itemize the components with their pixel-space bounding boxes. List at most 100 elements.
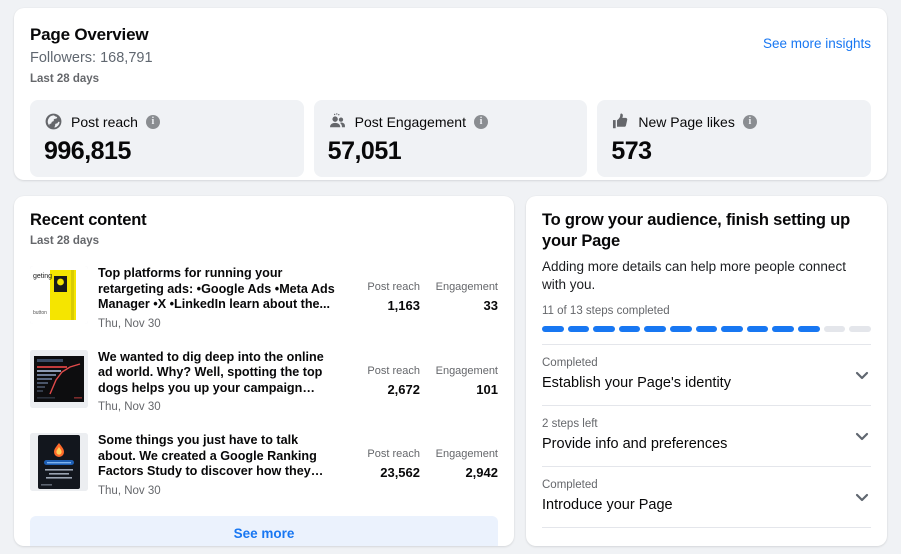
stat-value: 2,672: [387, 381, 420, 397]
stat-value: 101: [476, 381, 498, 397]
see-more-button[interactable]: See more: [30, 515, 498, 546]
post-reach-stat: Post reach 1,163: [346, 280, 420, 314]
thumbs-up-icon: [611, 112, 630, 131]
stat-label: Engagement: [435, 448, 498, 460]
list-item[interactable]: We wanted to dig deep into the online ad…: [30, 341, 498, 425]
accordion-item-title: Provide info and preferences: [542, 436, 728, 452]
stat-label: Post reach: [367, 281, 420, 293]
progress-segment: [542, 326, 564, 332]
post-body: Some things you just have to talk about.…: [98, 433, 346, 499]
metric-card-post-engagement[interactable]: Post Engagement i 57,051: [313, 100, 588, 177]
post-text: We wanted to dig deep into the online ad…: [98, 349, 324, 395]
stat-label: Engagement: [435, 364, 498, 377]
post-stats: Post reach 23,562 Engagement 2,942: [346, 433, 498, 481]
progress-segment: [695, 326, 718, 332]
post-stats: Post reach 1,163 Engagement 33: [346, 266, 498, 314]
stat-value: 23,562: [380, 465, 420, 480]
info-icon[interactable]: i: [145, 114, 160, 129]
page-title: Page Overview: [30, 25, 149, 44]
recent-content-title: Recent content: [30, 211, 147, 229]
info-icon[interactable]: i: [742, 114, 757, 129]
metric-header: Post Engagement i: [328, 112, 574, 131]
progress-segment: [823, 326, 846, 332]
post-reach-stat: Post reach 23,562: [346, 447, 420, 481]
stat-value: 33: [483, 298, 498, 313]
metric-label: New Page likes: [638, 113, 735, 130]
chevron-down-icon[interactable]: [855, 429, 869, 443]
post-date: Thu, Nov 30: [98, 317, 161, 330]
progress-segment: [618, 326, 641, 332]
post-engagement-stat: Engagement 101: [430, 364, 498, 398]
progress-segment: [644, 326, 667, 332]
progress-segment: [567, 326, 590, 332]
post-reach-stat: Post reach 2,672: [346, 364, 420, 398]
globe-icon: [44, 112, 63, 131]
progress-segment: [798, 326, 820, 332]
progress-segment: [849, 326, 871, 332]
progress-segment: [721, 326, 743, 332]
people-icon: [328, 112, 347, 131]
post-thumbnail: [30, 433, 88, 491]
metric-header: New Page likes i: [611, 112, 857, 131]
recent-content-list: geting button Top platforms for running …: [30, 257, 498, 508]
progress-segment: [670, 326, 692, 332]
svg-text:geting: geting: [33, 273, 52, 280]
list-item[interactable]: Some things you just have to talk about.…: [30, 424, 498, 508]
post-body: Top platforms for running your retargeti…: [98, 266, 346, 332]
stat-label: Engagement: [435, 281, 498, 293]
progress-segment: [772, 326, 795, 332]
accordion-item-introduce-page[interactable]: Completed Introduce your Page: [542, 467, 871, 528]
stat-label: Post reach: [367, 448, 420, 460]
grow-audience-title: To grow your audience, finish setting up…: [542, 211, 850, 250]
recent-content-card: Recent content Last 28 days geting butto: [14, 196, 514, 546]
info-icon[interactable]: i: [473, 114, 488, 129]
chevron-down-icon[interactable]: [855, 368, 869, 382]
progress-segment: [746, 326, 769, 332]
followers-count: Followers: 168,791: [30, 50, 153, 66]
accordion-item-provide-info[interactable]: 2 steps left Provide info and preference…: [542, 406, 871, 467]
metrics-row: Post reach i 996,815 Post Engagement i 5…: [30, 100, 872, 177]
metric-label: Post reach: [71, 113, 138, 130]
stat-value: 1,163: [387, 298, 420, 313]
metric-label: Post Engagement: [354, 113, 466, 130]
grow-audience-subtitle: Adding more details can help more people…: [542, 259, 846, 292]
metric-header: Post reach i: [44, 112, 290, 131]
list-item[interactable]: geting button Top platforms for running …: [30, 257, 498, 341]
metric-card-new-page-likes[interactable]: New Page likes i 573: [597, 100, 872, 177]
page-overview-card: Page Overview Followers: 168,791 Last 28…: [14, 8, 887, 180]
post-stats: Post reach 2,672 Engagement 101: [346, 350, 498, 398]
accordion-item-establish-identity[interactable]: Completed Establish your Page's identity: [542, 344, 871, 406]
post-thumbnail: geting button: [30, 266, 88, 324]
accordion-item-status: Completed: [542, 479, 598, 491]
post-date: Thu, Nov 30: [98, 484, 161, 497]
post-text: Some things you just have to talk about.…: [98, 433, 317, 478]
post-text: Top platforms for running your retargeti…: [98, 266, 335, 311]
grow-audience-card: To grow your audience, finish setting up…: [526, 196, 887, 546]
setup-steps-accordion: Completed Establish your Page's identity…: [542, 344, 871, 528]
overview-date-range: Last 28 days: [30, 73, 100, 85]
overview-header: Page Overview Followers: 168,791 Last 28…: [30, 24, 871, 87]
post-body: We wanted to dig deep into the online ad…: [98, 350, 346, 416]
metric-value: 57,051: [327, 137, 402, 165]
metric-value: 996,815: [44, 137, 131, 165]
accordion-item-status: 2 steps left: [542, 418, 598, 430]
accordion-item-title: Introduce your Page: [542, 497, 673, 513]
steps-progress-label: 11 of 13 steps completed: [542, 305, 670, 317]
see-more-insights-link[interactable]: See more insights: [763, 36, 871, 51]
post-thumbnail: [30, 349, 88, 408]
accordion-item-title: Establish your Page's identity: [542, 375, 731, 391]
post-engagement-stat: Engagement 33: [430, 280, 498, 314]
metric-card-post-reach[interactable]: Post reach i 996,815: [30, 100, 304, 177]
steps-progress-bar: [542, 326, 871, 332]
post-engagement-stat: Engagement 2,942: [430, 447, 498, 481]
stat-label: Post reach: [367, 364, 420, 377]
progress-segment: [593, 326, 615, 332]
recent-content-date-range: Last 28 days: [30, 235, 100, 247]
accordion-item-status: Completed: [542, 357, 598, 369]
svg-text:button: button: [33, 310, 47, 316]
chevron-down-icon[interactable]: [855, 490, 869, 504]
stat-value: 2,942: [465, 465, 498, 480]
page-root: Page Overview Followers: 168,791 Last 28…: [0, 0, 901, 554]
post-date: Thu, Nov 30: [98, 401, 161, 413]
metric-value: 573: [611, 137, 652, 165]
